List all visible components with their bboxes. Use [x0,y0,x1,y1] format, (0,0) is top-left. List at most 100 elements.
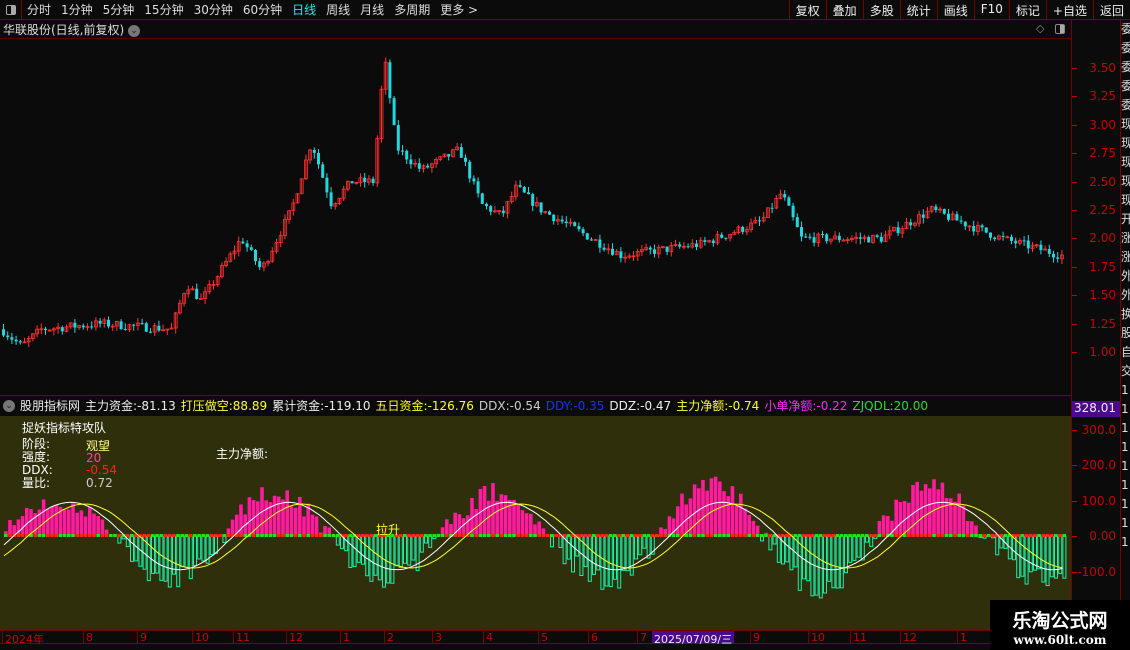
candle [585,232,589,240]
chevron-down-icon[interactable]: ⌄ [3,399,15,412]
candle [770,202,774,214]
candle [299,178,304,195]
candle [690,239,695,249]
indicator-field: 主力资金:-81.13 [85,397,176,414]
indicator-axis-tick [1072,571,1077,573]
candle [282,214,287,240]
candle [77,324,81,330]
indicator-field-label: 五日资金: [375,399,428,413]
overlay-vol-label: 量比: [22,476,51,490]
current-value-badge: 328.01 [1072,401,1120,417]
indicator-field: 累计资金:-119.10 [272,397,370,414]
date-axis-label: 4 [483,631,493,644]
candle [661,246,665,249]
date-axis-label: 12 [900,631,917,644]
candle [791,202,795,221]
candle [455,143,460,151]
date-axis-label: 2024年 [2,631,44,646]
side-label: 涨 [1121,231,1130,245]
indicator-axis-label: 200.0 [1081,458,1116,472]
candle [590,237,593,241]
indicator-field: DDX:-0.54 [479,399,541,413]
candle [921,209,925,224]
candle [850,235,854,243]
side-label: 委 [1121,41,1130,55]
candle [766,207,770,219]
candle [337,197,342,205]
candle [997,234,1001,241]
side-label: 股 [1121,326,1130,340]
price-axis-tick [1072,153,1077,155]
candle [266,259,271,267]
candle [841,238,846,242]
candle [774,195,779,210]
candle [44,326,47,335]
candle [186,285,191,298]
candle [459,143,463,158]
candle [728,233,732,242]
candle [102,317,107,328]
candle [505,200,510,219]
candle [724,237,728,241]
price-axis-tick [1072,181,1077,183]
indicator-panel[interactable] [0,416,1071,630]
price-axis: 3.50 3.25 3.00 2.75 2.50 2.25 2.00 1.75 1.50 1.25… [1071,20,1121,395]
indicator-field-label: 小单净额: [764,399,817,413]
date-axis-label: 9 [137,631,147,644]
indicator-axis-tick [1072,429,1077,431]
candle [984,227,988,234]
candle [934,204,938,213]
candle [606,243,611,255]
price-axis-label: 3.25 [1089,89,1116,104]
toolbar-button[interactable]: 返回 [1092,0,1130,20]
price-axis-label: 3.00 [1089,117,1116,132]
candle [30,333,35,342]
candle [758,216,761,227]
date-axis-label: 11 [850,631,867,644]
candle [761,212,766,223]
side-label: 交 [1121,364,1130,378]
candle [804,233,808,239]
candle [1060,250,1064,265]
candle [976,221,980,236]
side-label: 委 [1121,79,1130,93]
indicator-field: 主力净额:-0.74 [676,397,759,414]
indicator-field-value: 88.89 [232,399,268,413]
side-label: 1 [1121,478,1129,492]
candle [1010,234,1013,245]
candle [73,319,77,333]
indicator-axis-label: -100.0 [1077,564,1116,579]
indicator-field-value: -0.47 [640,398,672,413]
side-label: 现 [1121,174,1130,188]
candle [812,232,816,247]
candle [270,247,275,263]
candle [392,96,396,126]
candlestick-chart[interactable] [0,0,1071,395]
candle [678,241,682,249]
candle [363,172,367,188]
indicator-field-label: DDY: [545,398,574,413]
candle [749,218,753,233]
date-axis-label: 10 [192,631,209,644]
date-axis-label: 5 [538,631,548,644]
indicator-field-value: -0.74 [728,399,760,413]
candle [745,226,749,236]
candle [669,241,674,257]
candle [472,175,476,185]
candle [245,240,249,252]
candle [665,246,669,256]
candle [68,322,73,329]
price-axis-tick [1072,266,1077,268]
candle [862,234,867,243]
candle [81,323,85,330]
side-label: 1 [1121,402,1129,416]
indicator-name[interactable]: 股朋指标网 [20,397,80,414]
vol-value: 0.72 [86,476,113,490]
candle [123,323,127,331]
price-axis-label: 2.00 [1089,231,1116,246]
date-axis-label: 1 [340,631,350,644]
price-axis-label: 2.25 [1089,203,1116,217]
candle [203,286,208,305]
candle [22,337,27,344]
candle [157,320,161,332]
